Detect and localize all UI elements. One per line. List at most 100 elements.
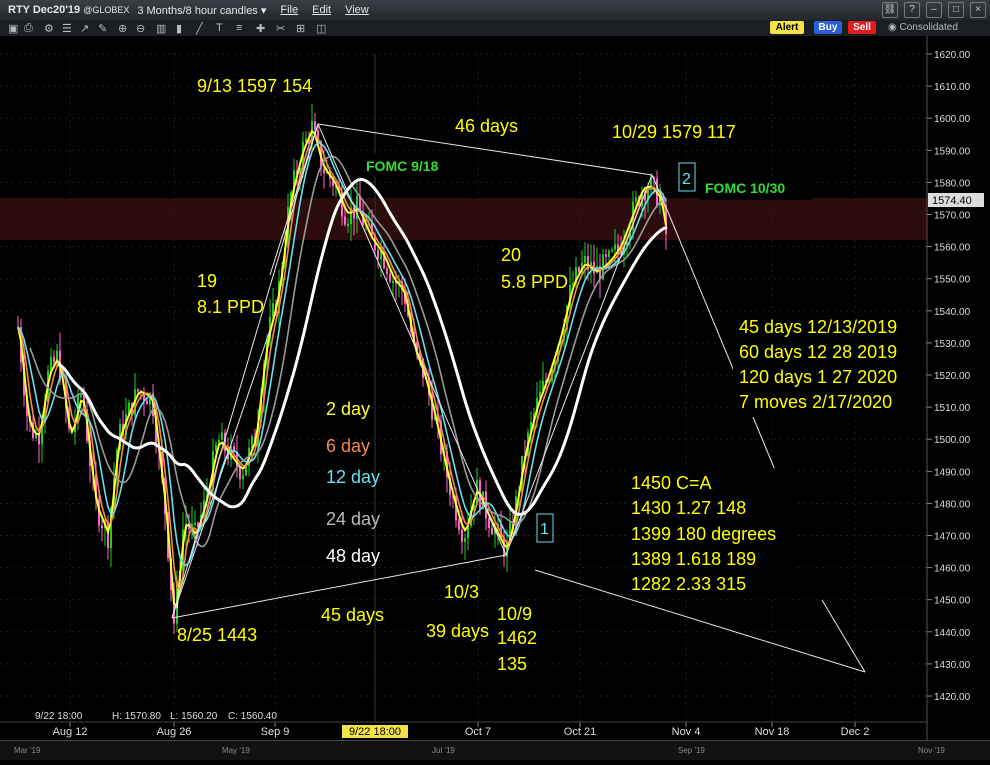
- annotation-fomc-918: FOMC 9/18: [366, 158, 439, 174]
- candle-bull: [194, 522, 196, 525]
- overview-tick: Nov '19: [918, 746, 945, 755]
- overview-tick: Sep '19: [678, 746, 705, 755]
- candle-bear: [488, 518, 490, 528]
- close-icon[interactable]: ×: [970, 2, 986, 18]
- menu-view[interactable]: View: [345, 4, 369, 16]
- draw-icon[interactable]: ✎: [98, 22, 107, 35]
- line-icon[interactable]: ╱: [196, 22, 203, 35]
- ohlc-low: L: 1560.20: [170, 711, 218, 722]
- legend-6-day: 6 day: [326, 436, 370, 456]
- layers-icon[interactable]: ◫: [316, 22, 326, 35]
- price-tick: 1500.00: [934, 435, 971, 446]
- overview-tick: May '19: [222, 746, 250, 755]
- settings-icon[interactable]: ⚙: [44, 22, 54, 35]
- candle-bull: [614, 244, 616, 250]
- price-axis: 1620.00 1610.00 1600.00 1590.00 1580.00 1570.…: [927, 50, 971, 703]
- annotation-oct3: 10/3: [444, 582, 479, 602]
- time-tick: Oct 7: [465, 726, 491, 738]
- crosshair-icon[interactable]: ✚: [256, 22, 265, 35]
- text-tool-icon[interactable]: T: [216, 22, 223, 34]
- ohlc-high: H: 1570.80: [112, 711, 161, 722]
- candle-bull: [35, 434, 37, 438]
- time-tick: Dec 2: [841, 726, 870, 738]
- bar-chart-icon[interactable]: ▥: [156, 22, 166, 35]
- maximize-icon[interactable]: □: [948, 2, 964, 18]
- candle-bull: [221, 432, 223, 440]
- price-chart[interactable]: 1620.00 1610.00 1600.00 1590.00 1580.00 1570.…: [0, 36, 990, 740]
- time-tick: Nov 18: [755, 726, 790, 738]
- trend-icon[interactable]: ↗: [80, 22, 89, 35]
- target-1399: 1399 180 degrees: [631, 524, 776, 544]
- price-tick: 1580.00: [934, 178, 971, 189]
- candle-bear: [461, 529, 463, 542]
- help-icon[interactable]: ?: [904, 2, 920, 18]
- candle-bull: [464, 537, 466, 542]
- price-tick: 1590.00: [934, 146, 971, 157]
- annotation-39-days: 39 days: [426, 621, 489, 641]
- link-icon[interactable]: ⛓: [882, 2, 898, 18]
- annotation-sep13: 9/13 1597 154: [197, 76, 312, 96]
- new-chart-icon[interactable]: ▣: [8, 22, 18, 35]
- projection-7-moves: 7 moves 2/17/2020: [739, 392, 892, 412]
- window-toolbar: RTY Dec20'19 @GLOBEX 3 Months/8 hour can…: [0, 0, 990, 21]
- list-icon[interactable]: ☰: [62, 22, 72, 35]
- legend-2-day: 2 day: [326, 399, 370, 419]
- candle-bull: [50, 356, 52, 371]
- time-tick: Sep 9: [261, 726, 290, 738]
- candle-bear: [386, 268, 388, 274]
- price-tick: 1470.00: [934, 532, 971, 543]
- candle-bear: [146, 400, 148, 405]
- price-tick: 1490.00: [934, 467, 971, 478]
- price-tick: 1440.00: [934, 628, 971, 639]
- menu-edit[interactable]: Edit: [312, 4, 331, 16]
- time-tick: Oct 21: [564, 726, 596, 738]
- candle-bull: [392, 280, 394, 283]
- price-tick: 1610.00: [934, 82, 971, 93]
- candle-bear: [53, 356, 55, 363]
- legend-24-day: 24 day: [326, 509, 380, 529]
- annotation-1462: 1462: [497, 628, 537, 648]
- minimize-icon[interactable]: –: [926, 2, 942, 18]
- candle-bull: [611, 249, 613, 252]
- annotation-8ppd: 8.1 PPD: [197, 297, 264, 317]
- price-tick: 1570.00: [934, 211, 971, 222]
- zoom-in-icon[interactable]: ⊕: [118, 22, 127, 35]
- candle-icon[interactable]: ▮: [176, 22, 182, 35]
- scissors-icon[interactable]: ✂: [276, 22, 285, 35]
- alert-button[interactable]: Alert: [770, 21, 804, 34]
- candle-bear: [458, 520, 460, 530]
- candle-bear: [314, 121, 316, 131]
- annotation-45-days: 45 days: [321, 605, 384, 625]
- candle-bull: [347, 224, 349, 227]
- candle-bull: [80, 395, 82, 398]
- annotation-oct9: 10/9: [497, 604, 532, 624]
- timeframe-dropdown[interactable]: 3 Months/8 hour candles ▾: [137, 4, 266, 17]
- time-tick: Aug 26: [157, 726, 192, 738]
- projection-120-days: 120 days 1 27 2020: [739, 367, 897, 387]
- target-1389: 1389 1.618 189: [631, 549, 756, 569]
- buy-button[interactable]: Buy: [814, 21, 842, 34]
- grid-icon[interactable]: ⊞: [296, 22, 305, 35]
- wave-label-1: 1: [540, 521, 549, 538]
- fib-icon[interactable]: ≡: [236, 22, 242, 34]
- wave-label-2: 2: [682, 171, 691, 188]
- overview-bar[interactable]: Mar '19 May '19 Jul '19 Sep '19 Nov '19: [0, 740, 990, 760]
- candle-bear: [344, 216, 346, 225]
- price-tick: 1600.00: [934, 114, 971, 125]
- price-tick: 1460.00: [934, 564, 971, 575]
- price-tick: 1430.00: [934, 660, 971, 671]
- candle-bear: [38, 434, 40, 445]
- zoom-out-icon[interactable]: ⊖: [136, 22, 145, 35]
- window-title: RTY Dec20'19 @GLOBEX: [8, 4, 130, 16]
- price-tick: 1520.00: [934, 371, 971, 382]
- sell-button[interactable]: Sell: [848, 21, 876, 34]
- annotation-58ppd: 5.8 PPD: [501, 272, 568, 292]
- time-tick: Nov 4: [672, 726, 701, 738]
- menu-file[interactable]: File: [280, 4, 298, 16]
- print-icon[interactable]: ⎙: [24, 22, 33, 35]
- annotation-135: 135: [497, 654, 527, 674]
- price-band: [0, 198, 927, 240]
- consolidated-toggle[interactable]: ◉ Consolidated: [888, 22, 958, 33]
- price-tick: 1450.00: [934, 596, 971, 607]
- legend-48-day: 48 day: [326, 546, 380, 566]
